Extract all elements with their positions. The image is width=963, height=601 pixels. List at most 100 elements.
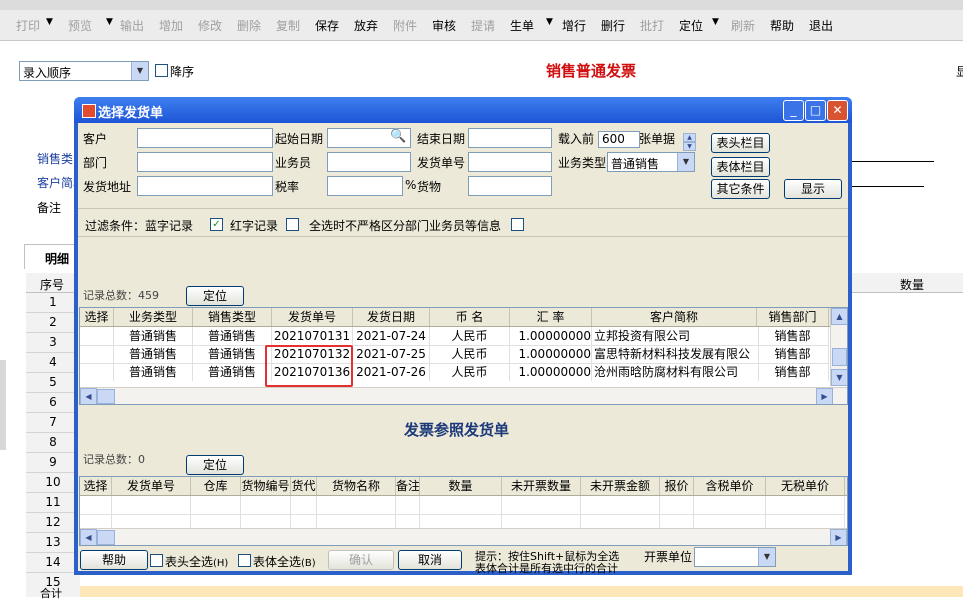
search-icon[interactable]: 🔍 bbox=[390, 129, 406, 144]
other-conditions-button[interactable]: 其它条件 bbox=[711, 179, 770, 199]
dropdown-arrow-icon[interactable]: ▼ bbox=[106, 17, 113, 27]
close-icon[interactable]: ✕ bbox=[827, 100, 848, 121]
lower-column-header[interactable]: 无税单价 bbox=[766, 477, 845, 495]
toolbar-button-1[interactable]: 预览 bbox=[68, 17, 92, 34]
table-cell[interactable]: 1.00000000 bbox=[510, 345, 592, 364]
header-select-all-checkbox[interactable] bbox=[150, 554, 163, 567]
toolbar-button-6[interactable]: 复制 bbox=[276, 17, 300, 34]
scroll-thumb[interactable] bbox=[97, 530, 115, 545]
upper-column-header[interactable]: 发货日期 bbox=[353, 308, 430, 326]
scroll-thumb[interactable] bbox=[832, 348, 847, 366]
upper-column-header[interactable]: 业务类型 bbox=[114, 308, 193, 326]
scroll-left-icon[interactable]: ◀ bbox=[80, 529, 97, 545]
tax-input[interactable] bbox=[327, 176, 403, 196]
table-cell[interactable]: 普通销售 bbox=[193, 345, 272, 364]
table-cell[interactable]: 普通销售 bbox=[114, 345, 193, 364]
toolbar-button-12[interactable]: 生单 bbox=[510, 17, 534, 34]
table-cell[interactable]: 人民币 bbox=[430, 363, 510, 382]
load-count-input[interactable]: 600 bbox=[598, 131, 640, 148]
lower-column-header[interactable]: 货物名称 bbox=[317, 477, 396, 495]
table-cell[interactable]: 销售部 bbox=[757, 345, 829, 364]
table-cell[interactable] bbox=[80, 363, 114, 382]
ship-no-input[interactable] bbox=[468, 152, 552, 172]
upper-column-header[interactable]: 发货单号 bbox=[272, 308, 353, 326]
red-record-checkbox[interactable] bbox=[286, 218, 299, 231]
table-cell[interactable]: 1.00000000 bbox=[510, 363, 592, 382]
upper-vertical-scrollbar[interactable]: ▲ ▼ bbox=[830, 308, 847, 386]
table-cell[interactable]: 销售部 bbox=[757, 363, 829, 382]
toolbar-button-14[interactable]: 删行 bbox=[601, 17, 625, 34]
toolbar-button-3[interactable]: 增加 bbox=[159, 17, 183, 34]
lower-column-header[interactable]: 货代 bbox=[291, 477, 317, 495]
table-cell[interactable]: 富思特新材料科技发展有限公 bbox=[592, 345, 759, 364]
start-date-input[interactable]: 🔍 bbox=[327, 128, 411, 148]
table-cell[interactable]: 普通销售 bbox=[114, 363, 193, 382]
address-input[interactable] bbox=[137, 176, 273, 196]
table-cell[interactable]: 普通销售 bbox=[193, 327, 272, 346]
toolbar-button-13[interactable]: 增行 bbox=[562, 17, 586, 34]
toolbar-button-8[interactable]: 放弃 bbox=[354, 17, 378, 34]
lower-column-header[interactable]: 数量 bbox=[420, 477, 502, 495]
lower-column-header[interactable]: 备注 bbox=[396, 477, 420, 495]
dropdown-arrow-icon[interactable]: ▼ bbox=[712, 17, 719, 27]
sort-order-select[interactable]: 录入顺序 ▼ bbox=[19, 61, 149, 81]
table-cell[interactable]: 1.00000000 bbox=[510, 327, 592, 346]
spin-up-icon[interactable]: ▲ bbox=[683, 133, 696, 142]
toolbar-button-19[interactable]: 退出 bbox=[809, 17, 833, 34]
toolbar-button-16[interactable]: 定位 bbox=[679, 17, 703, 34]
lower-column-header[interactable]: 未开票数量 bbox=[502, 477, 581, 495]
upper-locate-button[interactable]: 定位 bbox=[186, 286, 244, 306]
toolbar-button-17[interactable]: 刷新 bbox=[731, 17, 755, 34]
table-cell[interactable] bbox=[80, 345, 114, 364]
toolbar-button-4[interactable]: 修改 bbox=[198, 17, 222, 34]
tab-detail[interactable]: 明细 bbox=[24, 244, 78, 269]
table-cell[interactable]: 普通销售 bbox=[193, 363, 272, 382]
upper-column-header[interactable]: 销售类型 bbox=[193, 308, 272, 326]
body-select-all-checkbox[interactable] bbox=[238, 554, 251, 567]
show-button[interactable]: 显示 bbox=[784, 179, 842, 199]
toolbar-button-18[interactable]: 帮助 bbox=[770, 17, 794, 34]
toolbar-button-10[interactable]: 审核 bbox=[432, 17, 456, 34]
goods-input[interactable] bbox=[468, 176, 552, 196]
lower-column-header[interactable]: 仓库 bbox=[191, 477, 241, 495]
scroll-down-icon[interactable]: ▼ bbox=[831, 369, 847, 386]
table-cell[interactable]: 人民币 bbox=[430, 345, 510, 364]
blue-record-checkbox[interactable]: ✓ bbox=[210, 218, 223, 231]
upper-column-header[interactable]: 汇 率 bbox=[510, 308, 592, 326]
dialog-titlebar[interactable]: 选择发货单 _ □ ✕ bbox=[74, 97, 852, 123]
toolbar-button-15[interactable]: 批打 bbox=[640, 17, 664, 34]
lower-column-header[interactable]: 未开票金额 bbox=[581, 477, 660, 495]
invoice-unit-select[interactable]: ▼ bbox=[694, 547, 776, 567]
header-columns-button[interactable]: 表头栏目 bbox=[711, 133, 770, 153]
dropdown-arrow-icon[interactable]: ▼ bbox=[546, 17, 553, 27]
lower-column-header[interactable]: 含税单价 bbox=[694, 477, 766, 495]
toolbar-button-9[interactable]: 附件 bbox=[393, 17, 417, 34]
toolbar-button-7[interactable]: 保存 bbox=[315, 17, 339, 34]
toolbar-button-0[interactable]: 打印 bbox=[16, 17, 40, 34]
scroll-up-icon[interactable]: ▲ bbox=[831, 308, 847, 325]
dept-input[interactable] bbox=[137, 152, 273, 172]
upper-column-header[interactable]: 客户简称 bbox=[592, 308, 757, 326]
nonstrict-checkbox[interactable] bbox=[511, 218, 524, 231]
left-splitter[interactable] bbox=[0, 360, 6, 450]
salesman-input[interactable] bbox=[327, 152, 411, 172]
lower-column-header[interactable]: 选择 bbox=[80, 477, 112, 495]
table-row-select[interactable] bbox=[80, 327, 114, 346]
scroll-thumb[interactable] bbox=[97, 389, 115, 404]
table-cell[interactable]: 2021-07-25 bbox=[353, 345, 430, 364]
table-cell[interactable]: 普通销售 bbox=[114, 327, 193, 346]
table-cell[interactable]: 2021070131 bbox=[272, 327, 353, 346]
scroll-left-icon[interactable]: ◀ bbox=[80, 388, 97, 404]
upper-column-header[interactable]: 销售部门 bbox=[757, 308, 829, 326]
lower-horizontal-scrollbar[interactable]: ◀ ▶ bbox=[80, 528, 847, 545]
lower-column-header[interactable]: 货物编号 bbox=[241, 477, 291, 495]
scroll-right-icon[interactable]: ▶ bbox=[816, 388, 833, 404]
lower-column-header[interactable]: 报价 bbox=[660, 477, 694, 495]
lower-locate-button[interactable]: 定位 bbox=[186, 455, 244, 475]
upper-column-header[interactable]: 币 名 bbox=[430, 308, 510, 326]
table-cell[interactable]: 销售部 bbox=[757, 327, 829, 346]
toolbar-button-5[interactable]: 删除 bbox=[237, 17, 261, 34]
toolbar-button-2[interactable]: 输出 bbox=[120, 17, 144, 34]
maximize-icon[interactable]: □ bbox=[805, 100, 826, 121]
confirm-button[interactable]: 确认 bbox=[328, 550, 394, 570]
